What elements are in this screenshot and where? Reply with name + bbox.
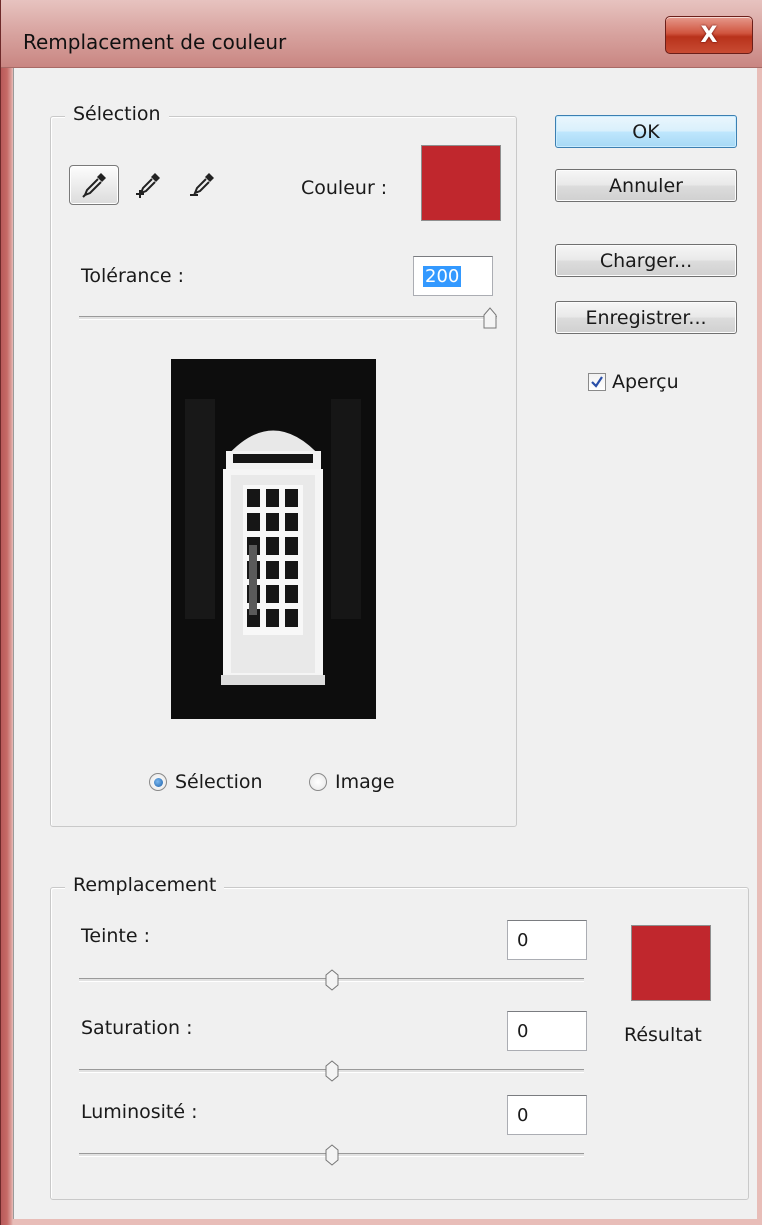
checkmark-icon — [591, 376, 603, 388]
ok-button[interactable]: OK — [555, 115, 737, 148]
selection-group: Sélection Couleur: Tolérance: 200 Séle… — [50, 103, 517, 827]
dialog-body: Sélection Couleur: Tolérance: 200 Séle… — [13, 68, 757, 1219]
eyedropper-minus-icon — [190, 173, 214, 196]
add-to-sample-tool-button[interactable] — [123, 165, 173, 205]
saturation-input[interactable]: 0 — [507, 1011, 587, 1051]
selection-mode-radio[interactable]: Sélection — [149, 771, 263, 793]
image-radio-label: Image — [335, 771, 395, 793]
image-mode-radio[interactable]: Image — [309, 771, 395, 793]
title-bar[interactable]: Remplacement de couleur X — [1, 0, 762, 68]
selection-radio-button[interactable] — [149, 773, 167, 791]
eyedropper-plus-icon — [136, 173, 160, 198]
saturation-label: Saturation : — [81, 1017, 193, 1039]
hue-input[interactable]: 0 — [507, 920, 587, 960]
tolerance-label: Tolérance : — [81, 265, 185, 287]
eyedropper-tool-button[interactable] — [69, 165, 119, 205]
saturation-slider-thumb[interactable] — [325, 1060, 339, 1082]
color-label: Couleur : — [301, 177, 388, 199]
preview-checkbox[interactable]: Aperçu — [588, 371, 679, 393]
result-color-swatch[interactable] — [631, 925, 711, 1001]
selection-radio-label: Sélection — [175, 771, 263, 793]
subtract-from-sample-tool-button[interactable] — [177, 165, 227, 205]
load-button[interactable]: Charger... — [555, 244, 737, 277]
hue-slider-thumb[interactable] — [325, 969, 339, 991]
lightness-label: Luminosité : — [81, 1101, 198, 1123]
selection-color-swatch[interactable] — [421, 145, 501, 221]
preview-checkbox-label: Aperçu — [612, 371, 679, 393]
tolerance-slider-track[interactable] — [79, 316, 497, 320]
radio-selected-dot — [153, 777, 163, 787]
tolerance-slider-thumb[interactable] — [483, 307, 497, 329]
image-radio-button[interactable] — [309, 773, 327, 791]
lightness-slider-thumb[interactable] — [325, 1144, 339, 1166]
cancel-button[interactable]: Annuler — [555, 169, 737, 202]
selection-group-legend: Sélection — [65, 103, 169, 125]
close-button[interactable]: X — [665, 16, 753, 54]
result-label: Résultat — [624, 1024, 702, 1046]
phone-booth-mask-image — [171, 359, 376, 719]
tolerance-input[interactable]: 200 — [413, 256, 493, 296]
eyedropper-icon — [82, 173, 106, 198]
lightness-input[interactable]: 0 — [507, 1095, 587, 1135]
save-button[interactable]: Enregistrer... — [555, 301, 737, 334]
replacement-group: Remplacement Teinte : 0 Saturation : 0 L… — [50, 874, 749, 1200]
selection-preview-image — [171, 359, 376, 719]
replacement-group-legend: Remplacement — [65, 874, 225, 896]
close-icon: X — [700, 22, 718, 48]
hue-label: Teinte : — [81, 925, 150, 947]
preview-checkbox-box[interactable] — [588, 373, 606, 391]
dialog-window: Remplacement de couleur X Sélection Coul… — [0, 0, 762, 1225]
window-title: Remplacement de couleur — [23, 30, 287, 54]
